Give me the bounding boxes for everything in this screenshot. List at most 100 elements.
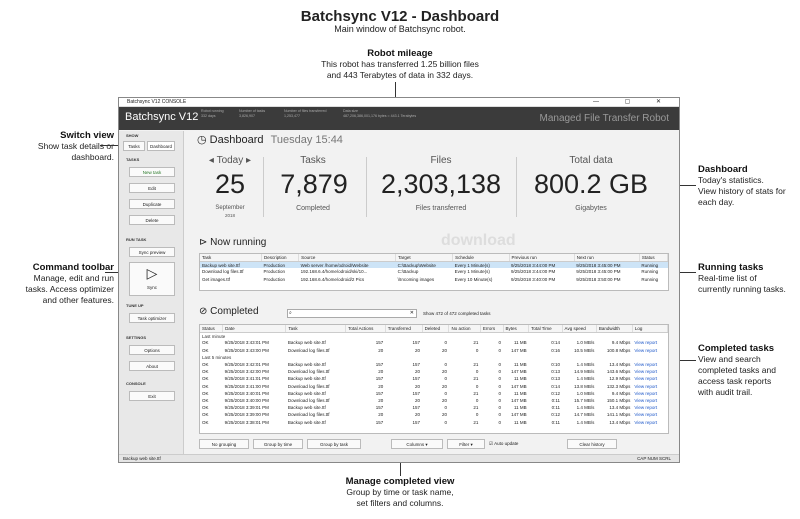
cell: 9/25/2018 3:42:00 PM xyxy=(224,369,269,375)
table-row[interactable]: OK 9/25/2018 3:40:00 PM Download log files… xyxy=(200,397,668,404)
table-row[interactable]: OK 9/25/2018 3:41:01 PM Backup web site.tt… xyxy=(200,375,668,382)
today-nav[interactable]: ◂ Today ▸ xyxy=(205,155,255,166)
column-header[interactable]: Task xyxy=(285,325,347,333)
window-controls[interactable]: — ▢ ✕ xyxy=(593,98,673,107)
task-optimizer-button[interactable]: Task optimizer xyxy=(129,313,175,323)
column-header[interactable]: Next run xyxy=(574,254,640,262)
columns-button[interactable]: Columns ▾ xyxy=(391,439,443,449)
status-right: CAP NUM SCRL xyxy=(637,456,671,461)
table-row[interactable]: Backup web site.ttf Production Web server … xyxy=(200,261,668,269)
view-report-link[interactable]: View report xyxy=(632,397,667,404)
group-header[interactable]: Last 5 minutes xyxy=(200,354,668,361)
column-header[interactable]: Transferred xyxy=(385,325,423,333)
completed-title: Completed xyxy=(210,306,259,317)
column-header[interactable]: Status xyxy=(200,325,224,333)
divider xyxy=(263,157,264,217)
app-window: Batchsync V12 CONSOLE — ▢ ✕ Batchsync V1… xyxy=(118,97,680,463)
view-report-link[interactable]: View report xyxy=(632,404,667,411)
view-report-link[interactable]: View report xyxy=(632,361,667,368)
cell: 11 MB xyxy=(513,376,527,382)
column-header[interactable]: Bandwidth xyxy=(596,325,633,333)
callout-line: Manage, edit and run xyxy=(33,273,114,283)
callout-line: set filters and columns. xyxy=(356,498,444,508)
column-header[interactable]: Task xyxy=(200,254,262,262)
cell: OK xyxy=(202,376,209,382)
cell: 0:11 xyxy=(551,397,561,403)
sync-button[interactable]: ▷ Sync xyxy=(129,262,175,296)
view-report-link[interactable]: View report xyxy=(632,383,667,390)
group-header[interactable]: Last minute xyxy=(200,332,668,339)
column-header[interactable]: Total Actions xyxy=(345,325,386,333)
cell: OK xyxy=(202,340,209,346)
table-row[interactable]: OK 9/25/2018 3:41:00 PM Download log files… xyxy=(200,383,668,390)
cell: 11 MB xyxy=(513,419,527,425)
edit-button[interactable]: Edit xyxy=(129,183,175,193)
next-day-icon[interactable]: ▸ xyxy=(246,155,251,166)
prev-day-icon[interactable]: ◂ xyxy=(209,155,214,166)
column-header[interactable]: Bytes xyxy=(503,325,530,333)
tab-tasks[interactable]: Tasks xyxy=(123,141,145,151)
cell: 0 xyxy=(444,362,447,368)
section-console: CONSOLE xyxy=(126,381,146,386)
clear-history-button[interactable]: Clear history xyxy=(567,439,617,449)
table-row[interactable]: Download log files.ttf Production 192.168.… xyxy=(200,268,668,275)
table-row[interactable]: Get images.ttf Production 192.168.6.4/home… xyxy=(200,276,668,283)
no-grouping-button[interactable]: No grouping xyxy=(199,439,249,449)
column-header[interactable]: Date xyxy=(222,325,287,333)
filter-button[interactable]: Filter ▾ xyxy=(447,439,485,449)
view-report-link[interactable]: View report xyxy=(632,418,667,425)
view-report-link[interactable]: View report xyxy=(632,411,667,418)
column-header[interactable]: Target xyxy=(395,254,454,262)
table-row[interactable]: OK 9/25/2018 3:43:01 PM Backup web site.tt… xyxy=(200,339,668,346)
table-row[interactable]: OK 9/25/2018 3:40:01 PM Backup web site.tt… xyxy=(200,390,668,397)
table-row[interactable]: OK 9/25/2018 3:38:01 PM Backup web site.tt… xyxy=(200,418,668,425)
view-report-link[interactable]: View report xyxy=(632,339,667,346)
table-row[interactable]: OK 9/25/2018 3:39:01 PM Backup web site.tt… xyxy=(200,404,668,411)
sync-preview-button[interactable]: Sync preview xyxy=(129,247,175,257)
column-header[interactable]: Source xyxy=(298,254,397,262)
view-report-link[interactable]: View report xyxy=(632,375,667,382)
delete-button[interactable]: Delete xyxy=(129,215,175,225)
column-header[interactable]: Errors xyxy=(480,325,504,333)
stat-value: 3,826,907 xyxy=(239,114,255,118)
table-row[interactable]: OK 9/25/2018 3:39:00 PM Download log files… xyxy=(200,411,668,418)
column-header[interactable]: No action xyxy=(448,325,481,333)
view-report-link[interactable]: View report xyxy=(632,347,667,354)
table-row[interactable]: OK 9/25/2018 3:42:01 PM Backup web site.tt… xyxy=(200,361,668,368)
table-row[interactable]: OK 9/25/2018 3:42:00 PM Download log files… xyxy=(200,368,668,375)
page-title: Batchsync V12 - Dashboard xyxy=(300,8,500,25)
exit-button[interactable]: Exit xyxy=(129,391,175,401)
tab-dashboard[interactable]: Dashboard xyxy=(147,141,175,151)
cell: 21 xyxy=(473,419,479,425)
group-by-time-button[interactable]: Group by time xyxy=(253,439,303,449)
new-task-button[interactable]: New task xyxy=(129,167,175,177)
cell: 20 xyxy=(378,412,384,418)
column-header[interactable]: Schedule xyxy=(452,254,510,262)
column-header[interactable]: Status xyxy=(639,254,669,262)
column-header[interactable]: Description xyxy=(261,254,300,262)
table-row[interactable]: OK 9/25/2018 3:43:00 PM Download log files… xyxy=(200,347,668,354)
cell: 0:13 xyxy=(551,369,561,375)
column-header[interactable]: Previous run xyxy=(509,254,575,262)
files-sub: Files transferred xyxy=(415,205,467,212)
checkbox-icon[interactable]: ☑ xyxy=(489,441,493,446)
options-button[interactable]: Options xyxy=(129,345,175,355)
search-input[interactable]: ⌕ ✕ xyxy=(287,309,417,318)
group-by-task-button[interactable]: Group by task xyxy=(307,439,361,449)
dashboard-header: ◷ Dashboard Tuesday 15:44 xyxy=(197,133,343,146)
column-header[interactable]: Avg speed xyxy=(562,325,597,333)
about-button[interactable]: About xyxy=(129,361,175,371)
clear-search-icon[interactable]: ✕ xyxy=(410,310,414,316)
column-header[interactable]: Total Time xyxy=(528,325,563,333)
app-logo: Batchsync V12 xyxy=(125,111,199,123)
column-header[interactable]: Log xyxy=(632,325,668,333)
auto-update-checkbox[interactable]: ☑ Auto update xyxy=(489,441,518,447)
column-header[interactable]: Deleted xyxy=(422,325,450,333)
dashboard-callout: Dashboard Today's statistics. View histo… xyxy=(698,164,798,208)
duplicate-button[interactable]: Duplicate xyxy=(129,199,175,209)
check-circle-icon: ⊘ xyxy=(199,306,208,317)
cell: 157 xyxy=(412,419,421,425)
view-report-link[interactable]: View report xyxy=(632,368,667,375)
callout-title: Dashboard xyxy=(698,164,748,175)
view-report-link[interactable]: View report xyxy=(632,390,667,397)
